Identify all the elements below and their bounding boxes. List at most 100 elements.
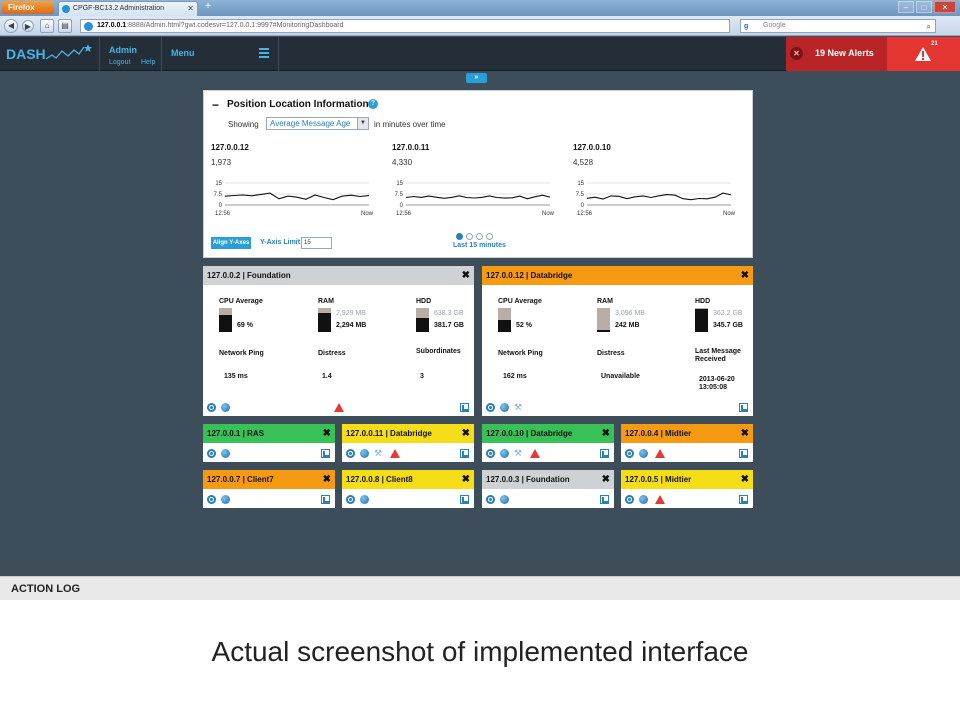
window-close-icon[interactable]: ✕ [934,1,956,13]
sparkline-tick-label: 7.5 [214,192,223,198]
close-icon[interactable]: ✖ [323,470,331,489]
tab-close-icon[interactable]: ✕ [187,2,194,16]
address-bar[interactable]: 127.0.0.1:8888/Admin.html?gwt.codesvr=12… [80,19,730,33]
globe-icon[interactable] [500,403,509,412]
globe-icon[interactable] [360,495,369,504]
globe-icon[interactable] [500,495,509,504]
page-dot[interactable] [456,233,463,240]
page-dot[interactable] [466,233,473,240]
minimize-icon[interactable]: – [898,1,914,13]
time-window-link[interactable]: Last 15 minutes [453,242,506,249]
align-y-axes-button[interactable]: Align Y-Axes [211,237,251,249]
close-icon[interactable]: ✖ [741,266,749,285]
node-card-header[interactable]: 127.0.0.12 | Databridge ✖ [482,266,753,285]
warning-icon[interactable] [655,449,665,458]
popout-icon[interactable] [739,449,748,458]
help-icon[interactable]: ? [368,99,378,109]
gear-icon[interactable] [346,495,355,504]
back-icon[interactable]: ◀ [4,19,18,33]
warning-icon[interactable] [530,449,540,458]
gear-icon[interactable] [207,449,216,458]
close-icon[interactable]: ✖ [602,470,610,489]
close-icon[interactable]: ✖ [462,266,470,285]
close-icon[interactable]: ✖ [741,470,749,489]
popout-icon[interactable] [739,495,748,504]
node-card-header[interactable]: 127.0.0.4 | Midtier ✖ [621,424,753,443]
warning-icon[interactable] [655,495,665,504]
globe-icon[interactable] [639,449,648,458]
help-link[interactable]: Help [141,59,155,66]
warning-icon[interactable] [334,403,344,412]
gear-icon[interactable] [625,449,634,458]
alert-count-button[interactable]: 21 [887,37,960,71]
wrench-icon[interactable]: ⚒ [514,403,523,412]
action-log-bar[interactable]: ACTION LOG [0,576,960,600]
metric-select[interactable]: Average Message Age ▼ [266,117,369,130]
new-tab-button[interactable]: + [202,1,214,14]
bookmarks-icon[interactable]: ▤ [58,19,72,33]
gear-icon[interactable] [486,495,495,504]
globe-icon[interactable] [221,495,230,504]
browser-tab[interactable]: CPGF-BC13.2 Administration ✕ [58,1,198,16]
forward-icon[interactable]: ▶ [22,20,34,32]
popout-icon[interactable] [600,449,609,458]
node-card-header[interactable]: 127.0.0.5 | Midtier ✖ [621,470,753,489]
node-card-header[interactable]: 127.0.0.2 | Foundation ✖ [203,266,474,285]
node-card-header[interactable]: 127.0.0.3 | Foundation ✖ [482,470,614,489]
y-axis-limit-input[interactable]: 15 [301,237,332,249]
close-icon[interactable]: ✖ [602,424,610,443]
globe-icon[interactable] [221,403,230,412]
node-card-header[interactable]: 127.0.0.1 | RAS ✖ [203,424,335,443]
sparkline-tick-label: 7.5 [395,192,404,198]
gear-icon[interactable] [625,495,634,504]
popout-icon[interactable] [600,495,609,504]
gear-icon[interactable] [346,449,355,458]
globe-icon[interactable] [221,449,230,458]
close-icon[interactable]: ✖ [323,424,331,443]
globe-icon[interactable] [500,449,509,458]
collapse-toggle-icon[interactable]: » [466,73,487,83]
popout-icon[interactable] [460,495,469,504]
dismiss-alerts-icon[interactable]: ✕ [790,47,803,60]
user-name[interactable]: Admin [109,45,137,55]
search-icon[interactable]: ⌕ [927,21,931,33]
popout-icon[interactable] [321,449,330,458]
node-title: 127.0.0.8 | Client8 [346,475,413,484]
wrench-icon[interactable]: ⚒ [374,449,383,458]
popout-icon[interactable] [460,449,469,458]
sparkline-chart: 15 7.5 0 12:56 Now [576,181,736,217]
logout-link[interactable]: Logout [109,59,130,66]
cpu-value: 69 % [237,322,253,329]
page-dot[interactable] [476,233,483,240]
node-card-header[interactable]: 127.0.0.11 | Databridge ✖ [342,424,474,443]
url-host: 127.0.0.1 [97,22,127,29]
collapse-panel-icon[interactable]: − [212,98,219,112]
gear-icon[interactable] [207,495,216,504]
globe-icon[interactable] [360,449,369,458]
search-placeholder: Google [763,22,786,29]
gear-icon[interactable] [486,403,495,412]
page-dot[interactable] [486,233,493,240]
node-card-header[interactable]: 127.0.0.10 | Databridge ✖ [482,424,614,443]
close-icon[interactable]: ✖ [462,470,470,489]
popout-icon[interactable] [321,495,330,504]
firefox-menu-button[interactable]: Firefox [2,1,54,14]
close-icon[interactable]: ✖ [741,424,749,443]
globe-icon[interactable] [639,495,648,504]
hamburger-icon[interactable] [259,48,269,58]
popout-icon[interactable] [460,403,469,412]
maximize-icon[interactable]: □ [916,1,932,13]
close-icon[interactable]: ✖ [462,424,470,443]
menu-button[interactable]: Menu [171,48,195,58]
showing-label: Showing [228,120,259,129]
new-alerts-banner[interactable]: ✕ 19 New Alerts [786,37,887,71]
search-input[interactable]: g Google ⌕ [740,19,936,33]
node-card-header[interactable]: 127.0.0.8 | Client8 ✖ [342,470,474,489]
node-card-header[interactable]: 127.0.0.7 | Client7 ✖ [203,470,335,489]
gear-icon[interactable] [207,403,216,412]
popout-icon[interactable] [739,403,748,412]
home-icon[interactable]: ⌂ [40,19,54,33]
gear-icon[interactable] [486,449,495,458]
warning-icon[interactable] [390,449,400,458]
wrench-icon[interactable]: ⚒ [514,449,523,458]
